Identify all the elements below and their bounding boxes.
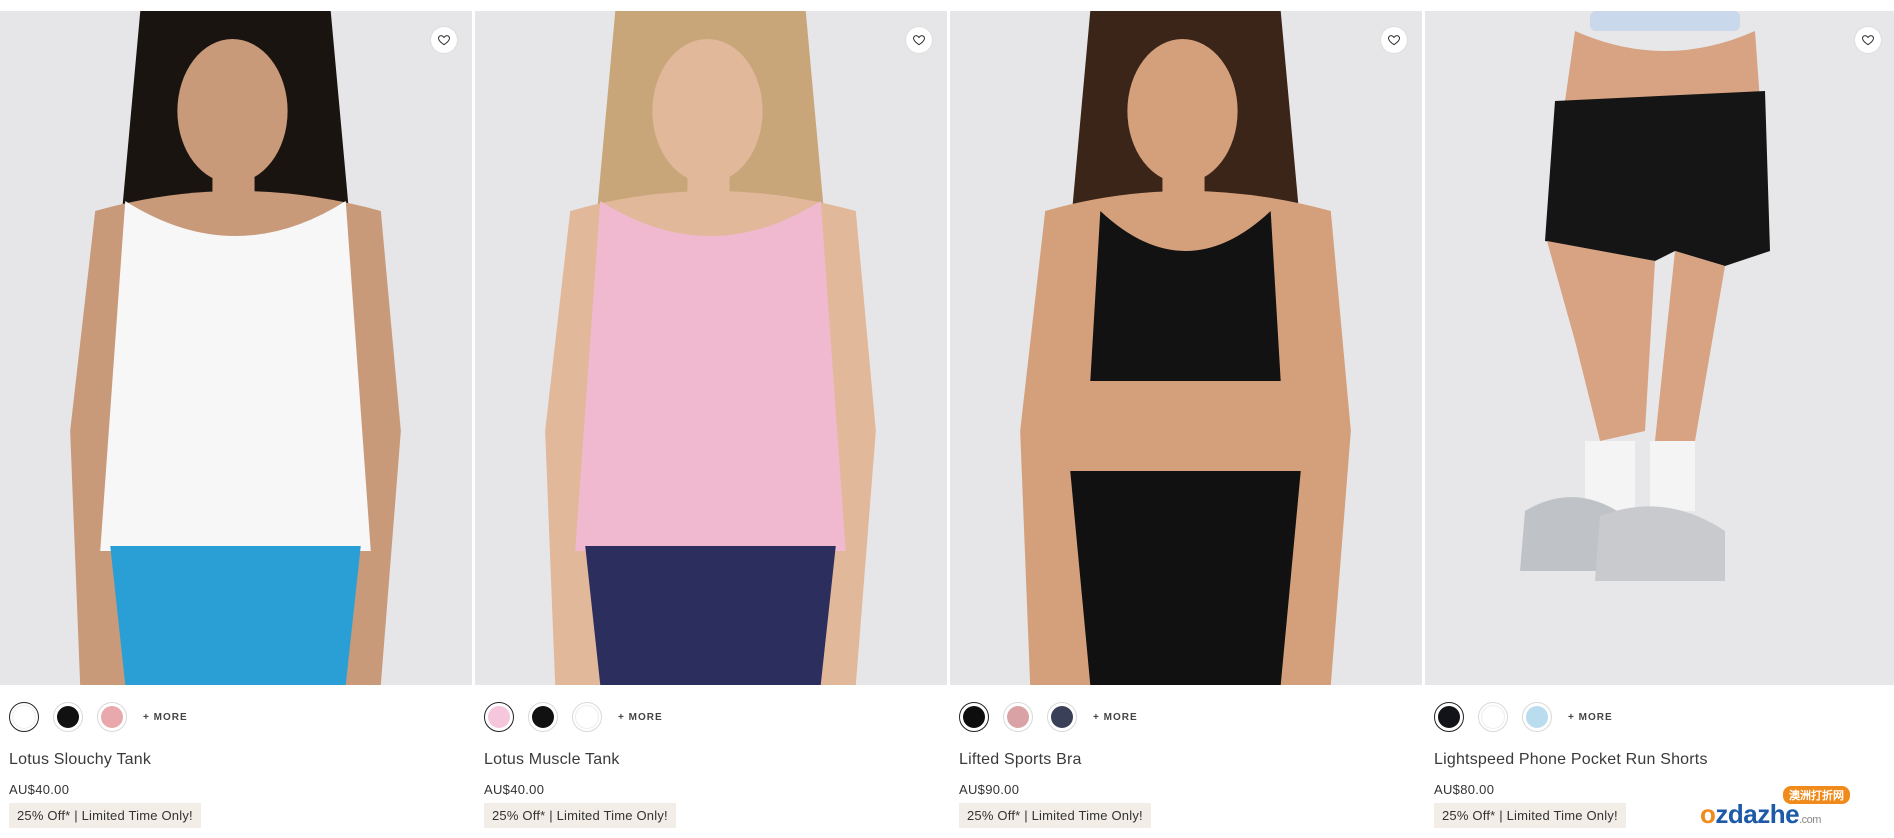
product-image[interactable]: [475, 11, 947, 685]
product-price: AU$40.00: [484, 782, 545, 797]
product-name[interactable]: Lightspeed Phone Pocket Run Shorts: [1425, 751, 1894, 769]
product-name[interactable]: Lifted Sports Bra: [950, 751, 1422, 769]
swatch-color: [1438, 706, 1460, 728]
promo-badge: 25% Off* | Limited Time Only!: [1434, 803, 1626, 828]
watermark-domain: .com: [1799, 814, 1821, 826]
color-swatches: + MORE: [475, 694, 947, 740]
color-swatch[interactable]: [1522, 702, 1552, 732]
swatch-color: [57, 706, 79, 728]
swatch-color: [1481, 705, 1505, 729]
swatch-color: [1051, 706, 1073, 728]
wishlist-heart-button[interactable]: [906, 27, 932, 53]
color-swatch[interactable]: [1003, 702, 1033, 732]
more-colors-link[interactable]: + MORE: [618, 712, 663, 723]
product-price: AU$40.00: [9, 782, 70, 797]
promo-badge: 25% Off* | Limited Time Only!: [959, 803, 1151, 828]
color-swatch[interactable]: [528, 702, 558, 732]
wishlist-heart-button[interactable]: [1381, 27, 1407, 53]
swatch-color: [532, 706, 554, 728]
product-image[interactable]: [0, 11, 472, 685]
swatch-color: [1526, 706, 1548, 728]
swatch-color: [575, 705, 599, 729]
wishlist-heart-button[interactable]: [1855, 27, 1881, 53]
product-grid: + MORE Lotus Slouchy Tank AU$40.00 25% Off*…: [0, 11, 1894, 828]
color-swatch[interactable]: [1434, 702, 1464, 732]
swatch-color: [1007, 706, 1029, 728]
model-photo: [475, 11, 947, 685]
product-card[interactable]: + MORE Lifted Sports Bra AU$90.00 25% Off* …: [950, 11, 1422, 828]
color-swatch[interactable]: [1478, 702, 1508, 732]
product-image[interactable]: [1425, 11, 1894, 685]
swatch-color: [488, 706, 510, 728]
watermark-en-text: ozdazhe.com: [1700, 799, 1821, 830]
watermark-prefix: o: [1700, 799, 1716, 829]
heart-icon: [1861, 35, 1875, 46]
color-swatches: + MORE: [950, 694, 1422, 740]
product-card[interactable]: + MORE Lotus Slouchy Tank AU$40.00 25% Off*…: [0, 11, 472, 828]
wishlist-heart-button[interactable]: [431, 27, 457, 53]
product-card[interactable]: + MORE Lotus Muscle Tank AU$40.00 25% Off* …: [475, 11, 947, 828]
promo-badge: 25% Off* | Limited Time Only!: [9, 803, 201, 828]
heart-icon: [1387, 35, 1401, 46]
promo-badge: 25% Off* | Limited Time Only!: [484, 803, 676, 828]
product-card[interactable]: + MORE Lightspeed Phone Pocket Run Shorts…: [1425, 11, 1894, 828]
product-image[interactable]: [950, 11, 1422, 685]
swatch-color: [101, 706, 123, 728]
product-name[interactable]: Lotus Muscle Tank: [475, 751, 947, 769]
color-swatch[interactable]: [97, 702, 127, 732]
swatch-color: [12, 705, 36, 729]
more-colors-link[interactable]: + MORE: [143, 712, 188, 723]
color-swatches: + MORE: [0, 694, 472, 740]
color-swatch[interactable]: [484, 702, 514, 732]
product-name[interactable]: Lotus Slouchy Tank: [0, 751, 472, 769]
color-swatches: + MORE: [1425, 694, 1894, 740]
color-swatch[interactable]: [959, 702, 989, 732]
model-photo: [1425, 11, 1894, 685]
model-photo: [950, 11, 1422, 685]
product-price: AU$90.00: [959, 782, 1020, 797]
color-swatch[interactable]: [53, 702, 83, 732]
color-swatch[interactable]: [9, 702, 39, 732]
more-colors-link[interactable]: + MORE: [1568, 712, 1613, 723]
swatch-color: [963, 706, 985, 728]
more-colors-link[interactable]: + MORE: [1093, 712, 1138, 723]
watermark-logo: 澳洲打折网 ozdazhe.com: [1700, 786, 1870, 830]
heart-icon: [912, 35, 926, 46]
watermark-brand: zdazhe: [1715, 799, 1800, 829]
color-swatch[interactable]: [572, 702, 602, 732]
heart-icon: [437, 35, 451, 46]
color-swatch[interactable]: [1047, 702, 1077, 732]
model-photo: [0, 11, 472, 685]
